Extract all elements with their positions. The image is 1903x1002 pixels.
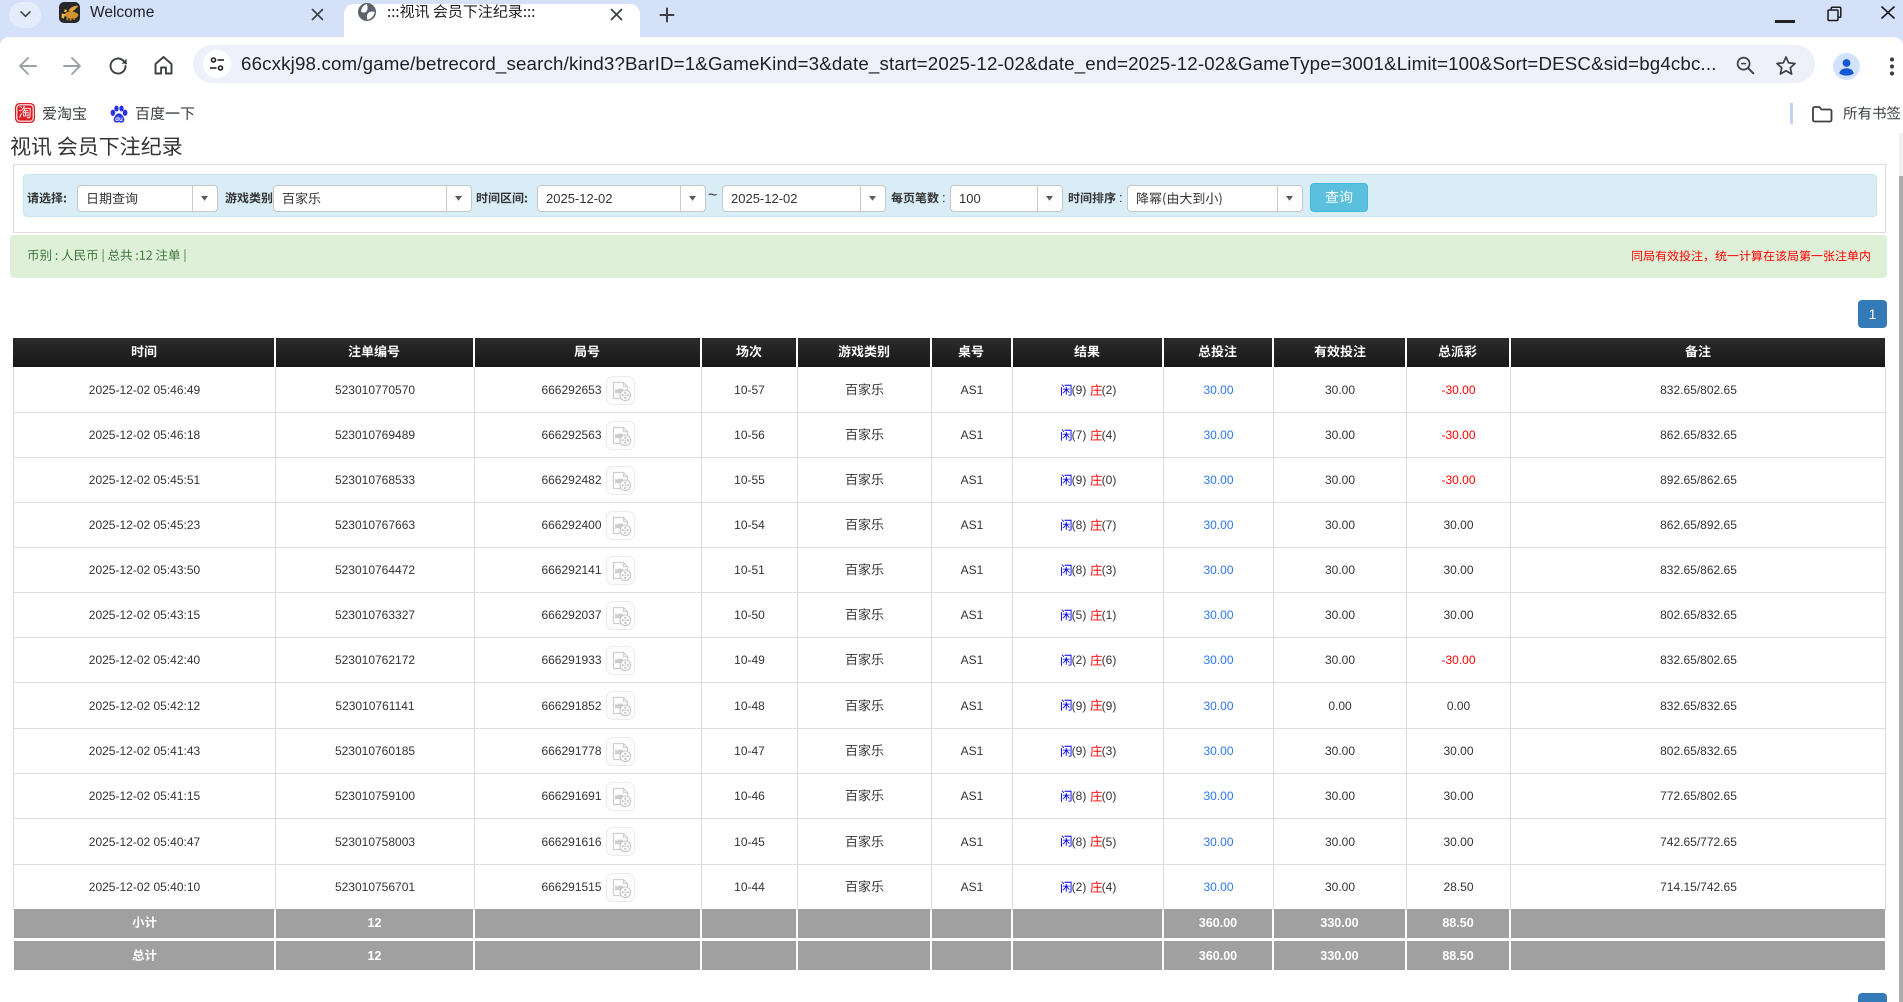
svg-text:du: du (115, 115, 123, 122)
